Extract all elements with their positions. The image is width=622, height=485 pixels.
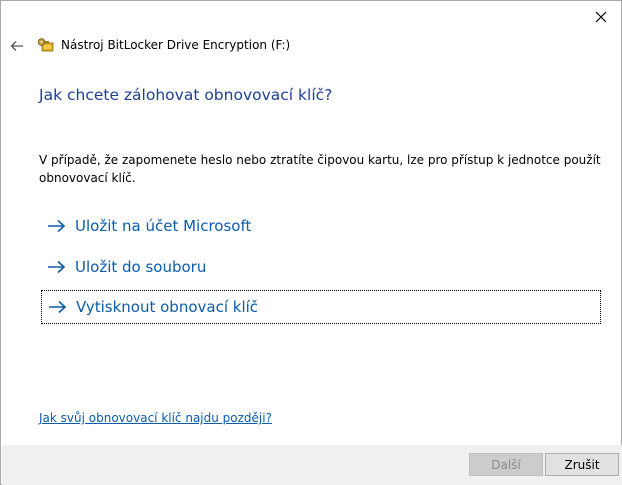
option-print-recovery-key[interactable]: Vytisknout obnovací klíč [41,290,601,324]
help-link-find-recovery-key[interactable]: Jak svůj obnovovací klíč najdu později? [39,411,272,425]
close-icon [595,11,607,23]
option-label: Uložit na účet Microsoft [75,217,252,235]
option-save-to-file[interactable]: Uložit do souboru [41,250,601,284]
window-title: Nástroj BitLocker Drive Encryption (F:) [61,38,291,52]
arrow-right-icon [47,219,67,233]
bitlocker-dialog: Nástroj BitLocker Drive Encryption (F:) … [0,0,622,485]
bitlocker-key-icon [37,38,54,52]
back-button[interactable] [7,36,27,56]
window-title-bar: Nástroj BitLocker Drive Encryption (F:) [37,37,290,53]
option-save-to-microsoft-account[interactable]: Uložit na účet Microsoft [41,209,601,243]
page-heading: Jak chcete zálohovat obnovovací klíč? [39,86,333,104]
arrow-right-icon [48,300,68,314]
dialog-footer: Další Zrušit [2,445,622,485]
close-button[interactable] [591,7,611,27]
option-label: Vytisknout obnovací klíč [76,298,259,316]
description-text: V případě, že zapomenete heslo nebo ztra… [39,153,601,185]
option-label: Uložit do souboru [75,258,207,276]
cancel-button[interactable]: Zrušit [545,453,619,476]
back-arrow-icon [10,41,23,51]
arrow-right-icon [47,260,67,274]
next-button[interactable]: Další [469,453,543,476]
